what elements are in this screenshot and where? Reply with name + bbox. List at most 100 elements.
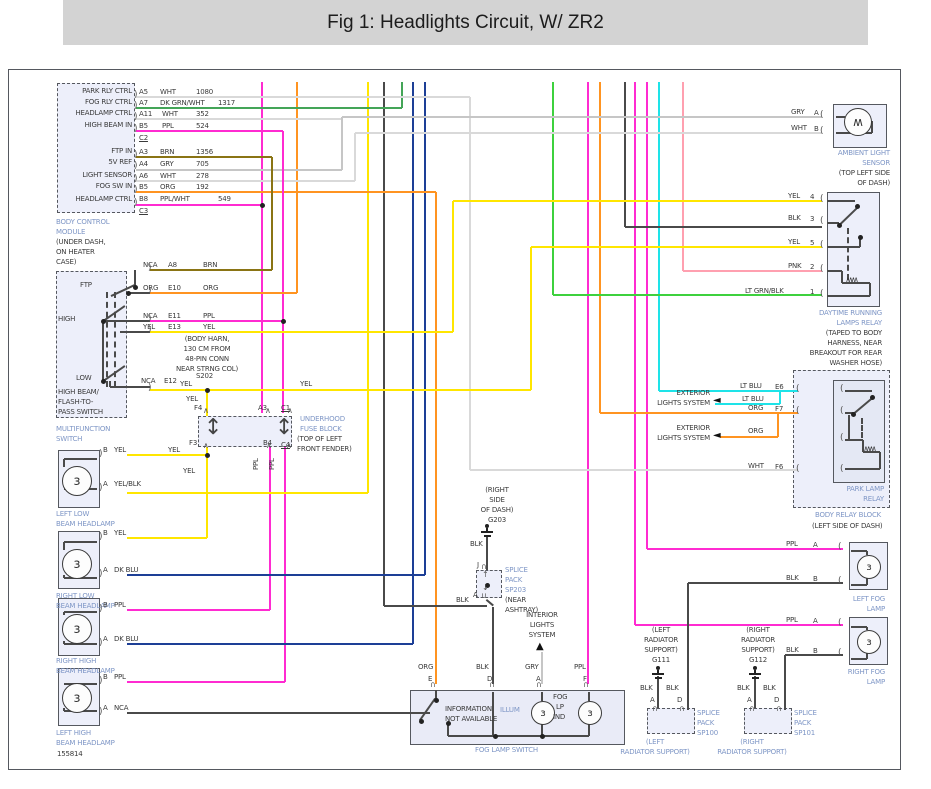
diagram-label: (LEFT — [645, 738, 665, 746]
diagram-label: PARK RLY CTRL — [82, 87, 132, 95]
junction-dot — [539, 733, 545, 739]
wire-blk — [827, 295, 870, 297]
diagram-label: ) — [134, 198, 138, 208]
diagram-label: F3 — [189, 439, 198, 447]
diagram-label: HARNESS, NEAR — [827, 339, 882, 347]
wire-blk — [102, 323, 104, 381]
diagram-label: DAYTIME RUNNING — [818, 309, 882, 317]
diagram-label: MODULE — [56, 228, 86, 236]
diagram-label: YEL — [114, 529, 126, 537]
diagram-label: ) — [148, 286, 152, 296]
junction-dot — [280, 318, 286, 324]
diagram-label: ) — [99, 483, 103, 493]
diagram-label: PPL — [252, 458, 260, 470]
diagram-label: C3 — [139, 207, 148, 215]
diagram-label: HEADLAMP CTRL — [75, 109, 132, 117]
diagram-label: DK BLU — [114, 635, 139, 643]
diagram-label: YEL — [168, 446, 180, 454]
g111-ground — [652, 666, 664, 679]
diagram-label: ( — [840, 433, 844, 443]
diagram-label: PASS SWITCH — [58, 408, 103, 416]
diagram-label: BLK — [456, 596, 469, 604]
diagram-label: ORG — [748, 404, 764, 412]
diagram-label: YEL — [300, 380, 312, 388]
wire-grn — [401, 82, 403, 108]
diagram-label: B — [103, 446, 108, 454]
diagram-label: DK GRN/WHT — [160, 99, 205, 107]
diagram-label: LOW — [76, 374, 92, 382]
diagram-label: 2 — [810, 263, 815, 271]
diagram-label: ON HEATER — [56, 248, 95, 256]
diagram-label: SUPPORT) — [644, 646, 678, 654]
wire-gry — [341, 117, 343, 170]
diagram-label: SPLICE — [794, 709, 817, 717]
junction-dot — [857, 234, 863, 240]
junction-dot — [125, 290, 131, 296]
diagram-label: S202 — [196, 372, 214, 380]
diagram-label: LT GRN/BLK — [745, 287, 784, 295]
diagram-label: GRY — [791, 108, 805, 116]
fog-lp-ind-bulb: ɜ — [578, 701, 602, 725]
diagram-label: SP203 — [505, 586, 527, 594]
diagram-label: GRY — [525, 663, 539, 671]
diagram-label: NCA — [114, 704, 129, 712]
diagram-label: B8 — [139, 195, 148, 203]
diagram-label: PNK — [788, 262, 802, 270]
wire-blk — [384, 605, 487, 607]
diagram-label: B — [103, 673, 108, 681]
diagram-label: HIGH BEAM IN — [84, 121, 133, 129]
diagram-label: ( — [840, 464, 844, 474]
diagram-label: LEFT FOG — [852, 595, 885, 603]
diagram-label: HIGH — [58, 315, 76, 323]
diagram-label: INTERIOR — [526, 611, 558, 619]
diagram-label: BEAM HEADLAMP — [56, 520, 115, 528]
wire-blk — [851, 584, 867, 586]
diagram-label: A — [473, 591, 478, 599]
diagram-label: CASE) — [56, 258, 77, 266]
diagram-label: LEFT LOW — [56, 510, 90, 518]
wire-wht — [469, 97, 471, 470]
diagram-label: ( — [796, 406, 800, 416]
diagram-label: 278 — [196, 172, 209, 180]
diagram-label: B — [813, 575, 818, 583]
diagram-label: B — [813, 647, 818, 655]
diagram-label: ) — [99, 569, 103, 579]
diagram-label: BLK — [737, 684, 750, 692]
diagram-label: UNDERHOOD — [300, 415, 345, 423]
right-high-beam-bulb: ɜ — [62, 614, 92, 644]
diagram-label: RIGHT FOG — [847, 668, 885, 676]
diagram-label: F7 — [775, 405, 784, 413]
diagram-label: 192 — [196, 183, 209, 191]
diagram-label: A8 — [168, 261, 177, 269]
wire-yel — [127, 454, 207, 456]
diagram-label: ∩ — [776, 704, 782, 713]
wire-wht — [354, 133, 356, 181]
wire-blk — [63, 612, 65, 615]
diagram-label: E6 — [775, 383, 784, 391]
diagram-label: BLK — [786, 574, 799, 582]
diagram-label: ) — [134, 90, 138, 100]
wire-yel — [530, 247, 532, 390]
diagram-label: YEL — [114, 446, 126, 454]
diagram-label: ∪ — [481, 591, 487, 600]
diagram-label: ) — [99, 604, 103, 614]
diagram-label: BODY RELAY BLOCK — [815, 511, 882, 519]
diagram-label: ∩ — [536, 680, 542, 689]
diagram-label: ( — [838, 648, 842, 658]
diagram-label: ) — [134, 101, 138, 111]
wire-blk — [827, 200, 855, 202]
wire-ltblu — [658, 82, 660, 391]
diagram-label: F6 — [775, 463, 784, 471]
diagram-label: BODY CONTROL — [56, 218, 110, 226]
diagram-label: BRN — [160, 148, 175, 156]
diagram-label: ) — [134, 112, 138, 122]
wire-blk — [110, 386, 150, 388]
diagram-label: YEL/BLK — [114, 480, 141, 488]
diagram-label: LAMP — [866, 605, 886, 613]
diagram-label: (BODY HARN, — [184, 335, 230, 343]
diagram-label: SUPPORT) — [741, 646, 775, 654]
wire-blk — [851, 550, 867, 552]
diagram-label: LT BLU — [742, 395, 764, 403]
diagram-label: BLK — [666, 684, 679, 692]
diagram-label: YEL — [788, 238, 800, 246]
